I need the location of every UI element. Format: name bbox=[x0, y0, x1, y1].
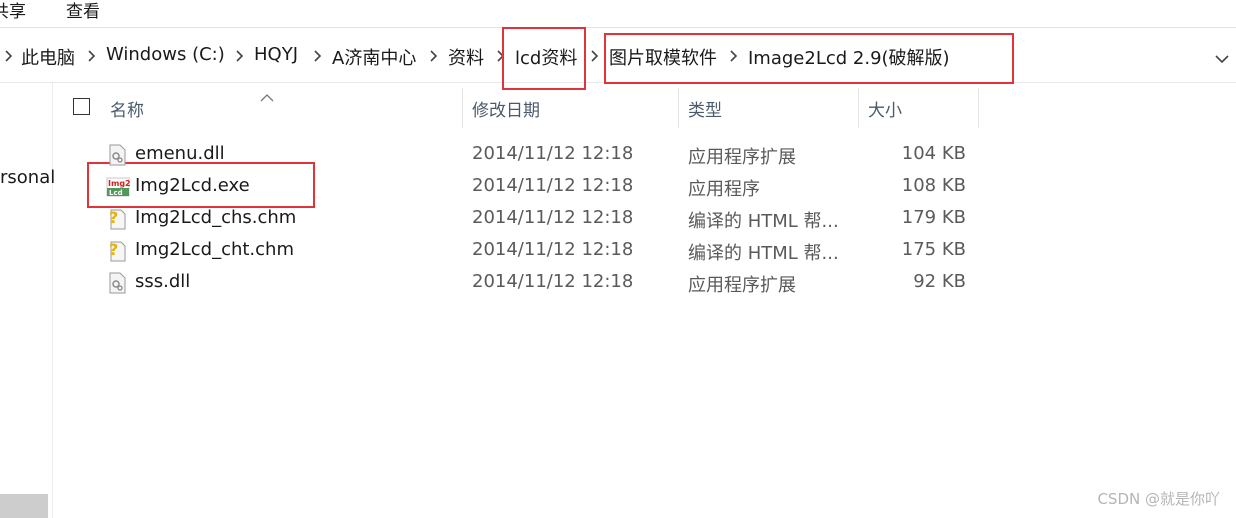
column-header-date[interactable]: 修改日期 bbox=[472, 93, 672, 127]
file-row[interactable]: ? Img2Lcd_cht.chm 2014/11/12 12:18 编译的 H… bbox=[100, 235, 980, 267]
column-header-date-label: 修改日期 bbox=[472, 101, 540, 121]
file-size: 175 KB bbox=[901, 239, 966, 260]
file-row[interactable]: sss.dll 2014/11/12 12:18 应用程序扩展 92 KB bbox=[100, 267, 980, 299]
file-date: 2014/11/12 12:18 bbox=[472, 143, 634, 164]
file-name[interactable]: sss.dll bbox=[135, 271, 190, 292]
column-header-type-label: 类型 bbox=[688, 101, 722, 121]
breadcrumb-drive-c[interactable]: Windows (C:) bbox=[106, 44, 225, 65]
chm-icon: ? bbox=[106, 208, 128, 230]
navigation-pane: rsonal bbox=[0, 83, 55, 518]
column-divider[interactable] bbox=[462, 88, 463, 128]
svg-text:Img2: Img2 bbox=[108, 179, 130, 188]
column-header-type[interactable]: 类型 bbox=[688, 93, 848, 127]
column-header-size-label: 大小 bbox=[868, 101, 902, 121]
chevron-right-icon[interactable] bbox=[232, 49, 246, 63]
dll-icon bbox=[106, 144, 128, 166]
column-divider[interactable] bbox=[978, 88, 979, 128]
file-name[interactable]: Img2Lcd_chs.chm bbox=[135, 207, 296, 228]
file-type: 应用程序扩展 bbox=[688, 275, 796, 296]
file-name[interactable]: Img2Lcd.exe bbox=[135, 175, 250, 196]
file-row[interactable]: emenu.dll 2014/11/12 12:18 应用程序扩展 104 KB bbox=[100, 139, 980, 171]
file-size: 108 KB bbox=[901, 175, 966, 196]
breadcrumb-jinan-center[interactable]: A济南中心 bbox=[332, 44, 416, 70]
file-type: 应用程序 bbox=[688, 179, 760, 200]
file-type: 编译的 HTML 帮... bbox=[688, 211, 839, 232]
column-header-name-label: 名称 bbox=[110, 101, 144, 121]
file-name[interactable]: Img2Lcd_cht.chm bbox=[135, 239, 294, 260]
highlight-box-image-path bbox=[604, 33, 1014, 84]
file-type: 编译的 HTML 帮... bbox=[688, 243, 839, 264]
breadcrumb-materials[interactable]: 资料 bbox=[448, 44, 484, 70]
file-size: 179 KB bbox=[901, 207, 966, 228]
tab-view[interactable]: 查看 bbox=[66, 0, 100, 22]
svg-text:?: ? bbox=[109, 240, 118, 259]
file-name[interactable]: emenu.dll bbox=[135, 143, 225, 164]
file-type: 应用程序扩展 bbox=[688, 147, 796, 168]
highlight-box-lcd-folder bbox=[502, 27, 586, 90]
column-header-name[interactable]: 名称 bbox=[110, 93, 460, 127]
nav-item-personal[interactable]: rsonal bbox=[0, 167, 55, 188]
chevron-right-icon[interactable] bbox=[1, 49, 15, 63]
breadcrumb-this-pc[interactable]: 此电脑 bbox=[21, 44, 75, 70]
file-row[interactable]: Img2 Lcd Img2Lcd.exe 2014/11/12 12:18 应用程… bbox=[100, 171, 980, 203]
svg-text:Lcd: Lcd bbox=[109, 189, 123, 197]
chevron-right-icon[interactable] bbox=[310, 49, 324, 63]
file-date: 2014/11/12 12:18 bbox=[472, 271, 634, 292]
breadcrumb-hqyj[interactable]: HQYJ bbox=[254, 44, 298, 65]
file-date: 2014/11/12 12:18 bbox=[472, 207, 634, 228]
tab-share[interactable]: 共享 bbox=[0, 0, 26, 22]
chm-icon: ? bbox=[106, 240, 128, 262]
file-row[interactable]: ? Img2Lcd_chs.chm 2014/11/12 12:18 编译的 H… bbox=[100, 203, 980, 235]
chevron-right-icon[interactable] bbox=[84, 49, 98, 63]
file-size: 92 KB bbox=[913, 271, 966, 292]
column-header-size[interactable]: 大小 bbox=[868, 93, 968, 127]
column-divider[interactable] bbox=[678, 88, 679, 128]
file-date: 2014/11/12 12:18 bbox=[472, 239, 634, 260]
file-size: 104 KB bbox=[901, 143, 966, 164]
column-divider[interactable] bbox=[858, 88, 859, 128]
chevron-down-icon[interactable] bbox=[1214, 50, 1230, 64]
watermark: CSDN @就是你吖 bbox=[1097, 490, 1220, 508]
dll-icon bbox=[106, 272, 128, 294]
file-date: 2014/11/12 12:18 bbox=[472, 175, 634, 196]
svg-text:?: ? bbox=[109, 208, 118, 227]
chevron-right-icon[interactable] bbox=[426, 49, 440, 63]
exe-icon: Img2 Lcd bbox=[106, 176, 131, 198]
select-all-checkbox[interactable] bbox=[73, 98, 90, 115]
ribbon: 共享 查看 bbox=[0, 0, 1236, 28]
chevron-right-icon[interactable] bbox=[587, 49, 601, 63]
nav-scrollbar[interactable] bbox=[0, 494, 48, 518]
